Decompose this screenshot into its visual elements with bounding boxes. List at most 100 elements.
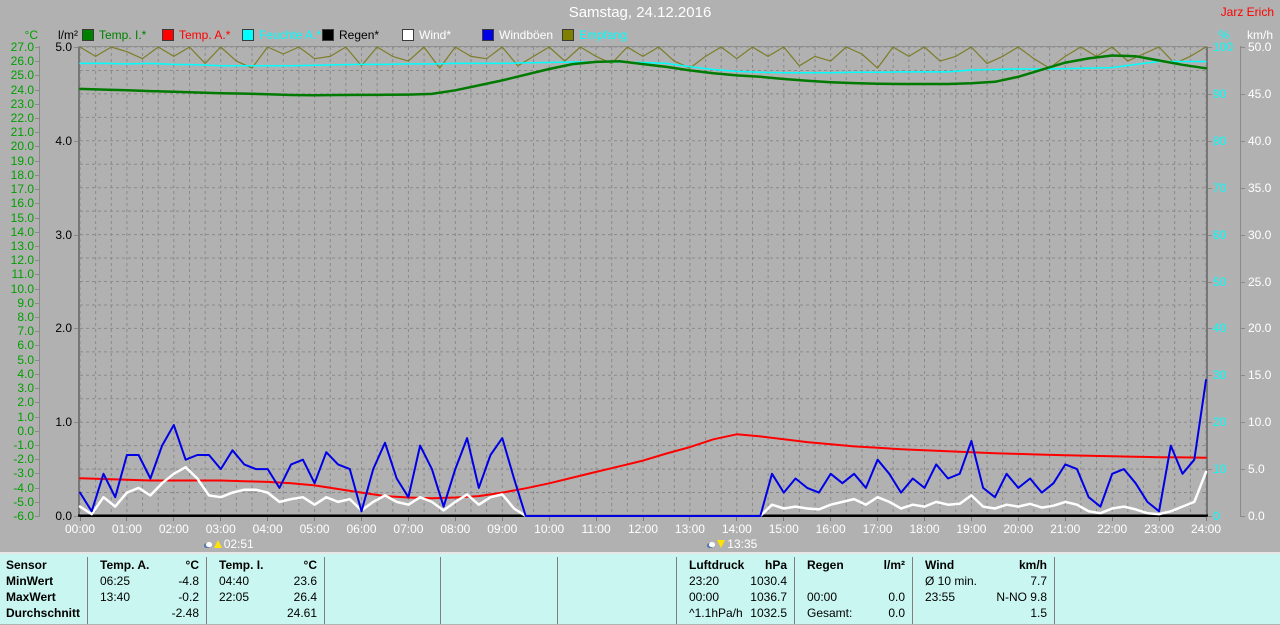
hour-tickmark xyxy=(830,517,831,521)
hour-tickmark xyxy=(596,517,597,521)
stat-value: -4.8 xyxy=(178,573,206,589)
stat-value: N-NO 9.8 xyxy=(996,589,1054,605)
temp-axis-tickmark xyxy=(35,132,39,133)
wind-axis-tick-label: 5.0 xyxy=(1248,463,1265,475)
humidity-axis-tick-label: 60 xyxy=(1213,229,1226,241)
temp-axis-tickmark xyxy=(35,175,39,176)
temp-axis-tick-label: -5.0 xyxy=(13,496,34,508)
windboeen-swatch-icon xyxy=(482,29,494,41)
wind-axis-tickmark xyxy=(1241,94,1245,95)
temp-axis-tickmark xyxy=(35,445,39,446)
hour-tickmark xyxy=(267,517,268,521)
temp-axis-tick-label: 8.0 xyxy=(17,311,34,323)
stats-cell: 1.5 xyxy=(913,605,1054,621)
temp-axis-tickmark xyxy=(35,203,39,204)
stat-value xyxy=(669,573,676,589)
stats-cell xyxy=(325,573,440,589)
time-tick-label: 11:00 xyxy=(574,522,618,536)
stats-row-labels-column: SensorMinWertMaxWertDurchschnitt xyxy=(0,557,88,624)
humidity-axis-tickmark xyxy=(1208,469,1212,470)
hour-tickmark xyxy=(173,517,174,521)
time-tick-label: 03:00 xyxy=(199,522,243,536)
temp-axis-tick-label: -3.0 xyxy=(13,467,34,479)
temp-axis-tickmark xyxy=(35,260,39,261)
time-tick-label: 10:00 xyxy=(527,522,571,536)
stats-cell: 13:40-0.2 xyxy=(88,589,206,605)
temp-axis-tick-label: 9.0 xyxy=(17,297,34,309)
hour-tickmark xyxy=(126,517,127,521)
legend-label: Regen* xyxy=(339,28,379,42)
temp-axis-tick-label: -2.0 xyxy=(13,453,34,465)
time-tick-label: 02:00 xyxy=(152,522,196,536)
sensor-name: Luftdruck xyxy=(677,557,744,573)
hour-tickmark xyxy=(220,517,221,521)
rain-axis-tick-label: 3.0 xyxy=(55,229,72,241)
legend-item-regen[interactable]: Regen* xyxy=(322,28,402,42)
stat-time xyxy=(325,573,337,589)
stats-column-header: Temp. I.°C xyxy=(207,557,324,573)
sensor-unit: °C xyxy=(186,557,206,573)
stat-time xyxy=(88,605,100,621)
temp-axis-tickmark xyxy=(35,388,39,389)
temp-axis-tickmark xyxy=(35,289,39,290)
stats-cell xyxy=(441,589,557,605)
hour-tickmark xyxy=(314,517,315,521)
time-tick-label: 01:00 xyxy=(105,522,149,536)
moon-icon xyxy=(709,542,715,547)
series-windb-en xyxy=(80,380,1206,516)
hour-tickmark xyxy=(877,517,878,521)
legend-item-windboeen[interactable]: Windböen xyxy=(482,28,562,42)
wind-axis-tick-label: 35.0 xyxy=(1248,182,1271,194)
stats-table: SensorMinWertMaxWertDurchschnittTemp. A.… xyxy=(0,552,1280,624)
stats-column-temp-i: Temp. I.°C04:4023.622:0526.424.61 xyxy=(207,557,325,624)
time-tick-label: 22:00 xyxy=(1090,522,1134,536)
legend-item-empfang[interactable]: Empfang xyxy=(562,28,642,42)
rain-axis-tick-label: 1.0 xyxy=(55,416,72,428)
stats-cell: Gesamt:0.0 xyxy=(795,605,912,621)
temp-axis-tickmark xyxy=(35,104,39,105)
legend-item-temp-a[interactable]: Temp. A.* xyxy=(162,28,242,42)
temp-axis-tickmark xyxy=(35,431,39,432)
empfang-swatch-icon xyxy=(562,29,574,41)
legend-label: Feuchte A.* xyxy=(259,28,321,42)
humidity-axis: 1009080706050403020100 xyxy=(1208,46,1240,517)
temp-axis-tickmark xyxy=(35,402,39,403)
moonrise-marker: 02:51 xyxy=(206,537,254,551)
legend-label: Temp. A.* xyxy=(179,28,230,42)
temp-axis-tickmark xyxy=(35,47,39,48)
stat-time: ^1.1hPa/h xyxy=(677,605,743,621)
temp-axis-tick-label: 26.0 xyxy=(11,55,34,67)
rain-axis-tick-label: 5.0 xyxy=(55,41,72,53)
temp-axis-tickmark xyxy=(35,417,39,418)
hour-tickmark xyxy=(971,517,972,521)
legend-item-temp-i[interactable]: Temp. I.* xyxy=(82,28,162,42)
temp-axis-tick-label: 1.0 xyxy=(17,411,34,423)
humidity-axis-tickmark xyxy=(1208,188,1212,189)
humidity-axis-tickmark xyxy=(1208,235,1212,236)
stat-time: 00:00 xyxy=(795,589,837,605)
temp-axis-tick-label: 11.0 xyxy=(12,268,34,280)
stats-column-header: Regenl/m² xyxy=(795,557,912,573)
rain-axis-tickmark xyxy=(74,235,78,236)
temp-axis-tick-label: 20.0 xyxy=(11,140,34,152)
legend-item-feuchte-a[interactable]: Feuchte A.* xyxy=(242,28,322,42)
sensor-name xyxy=(325,557,337,573)
watermark-author: Jarz Erich xyxy=(1221,5,1274,19)
temp-axis-tick-label: 2.0 xyxy=(17,396,34,408)
stat-value xyxy=(905,573,912,589)
time-tick-label: 06:00 xyxy=(340,522,384,536)
moonset-marker: 13:35 xyxy=(709,537,757,551)
humidity-axis-tickmark xyxy=(1208,282,1212,283)
time-tick-label: 04:00 xyxy=(246,522,290,536)
temp-axis-tick-label: 16.0 xyxy=(11,197,34,209)
stats-cell xyxy=(325,589,440,605)
legend-item-wind[interactable]: Wind* xyxy=(402,28,482,42)
hour-tickmark xyxy=(1206,517,1207,521)
wind-axis-tick-label: 40.0 xyxy=(1248,135,1271,147)
wind-axis-tickmark xyxy=(1241,188,1245,189)
hour-tickmark xyxy=(689,517,690,521)
regen-swatch-icon xyxy=(322,29,334,41)
sensor-unit: hPa xyxy=(765,557,794,573)
temp-axis-tick-label: 24.0 xyxy=(11,84,34,96)
hour-tickmark xyxy=(1018,517,1019,521)
